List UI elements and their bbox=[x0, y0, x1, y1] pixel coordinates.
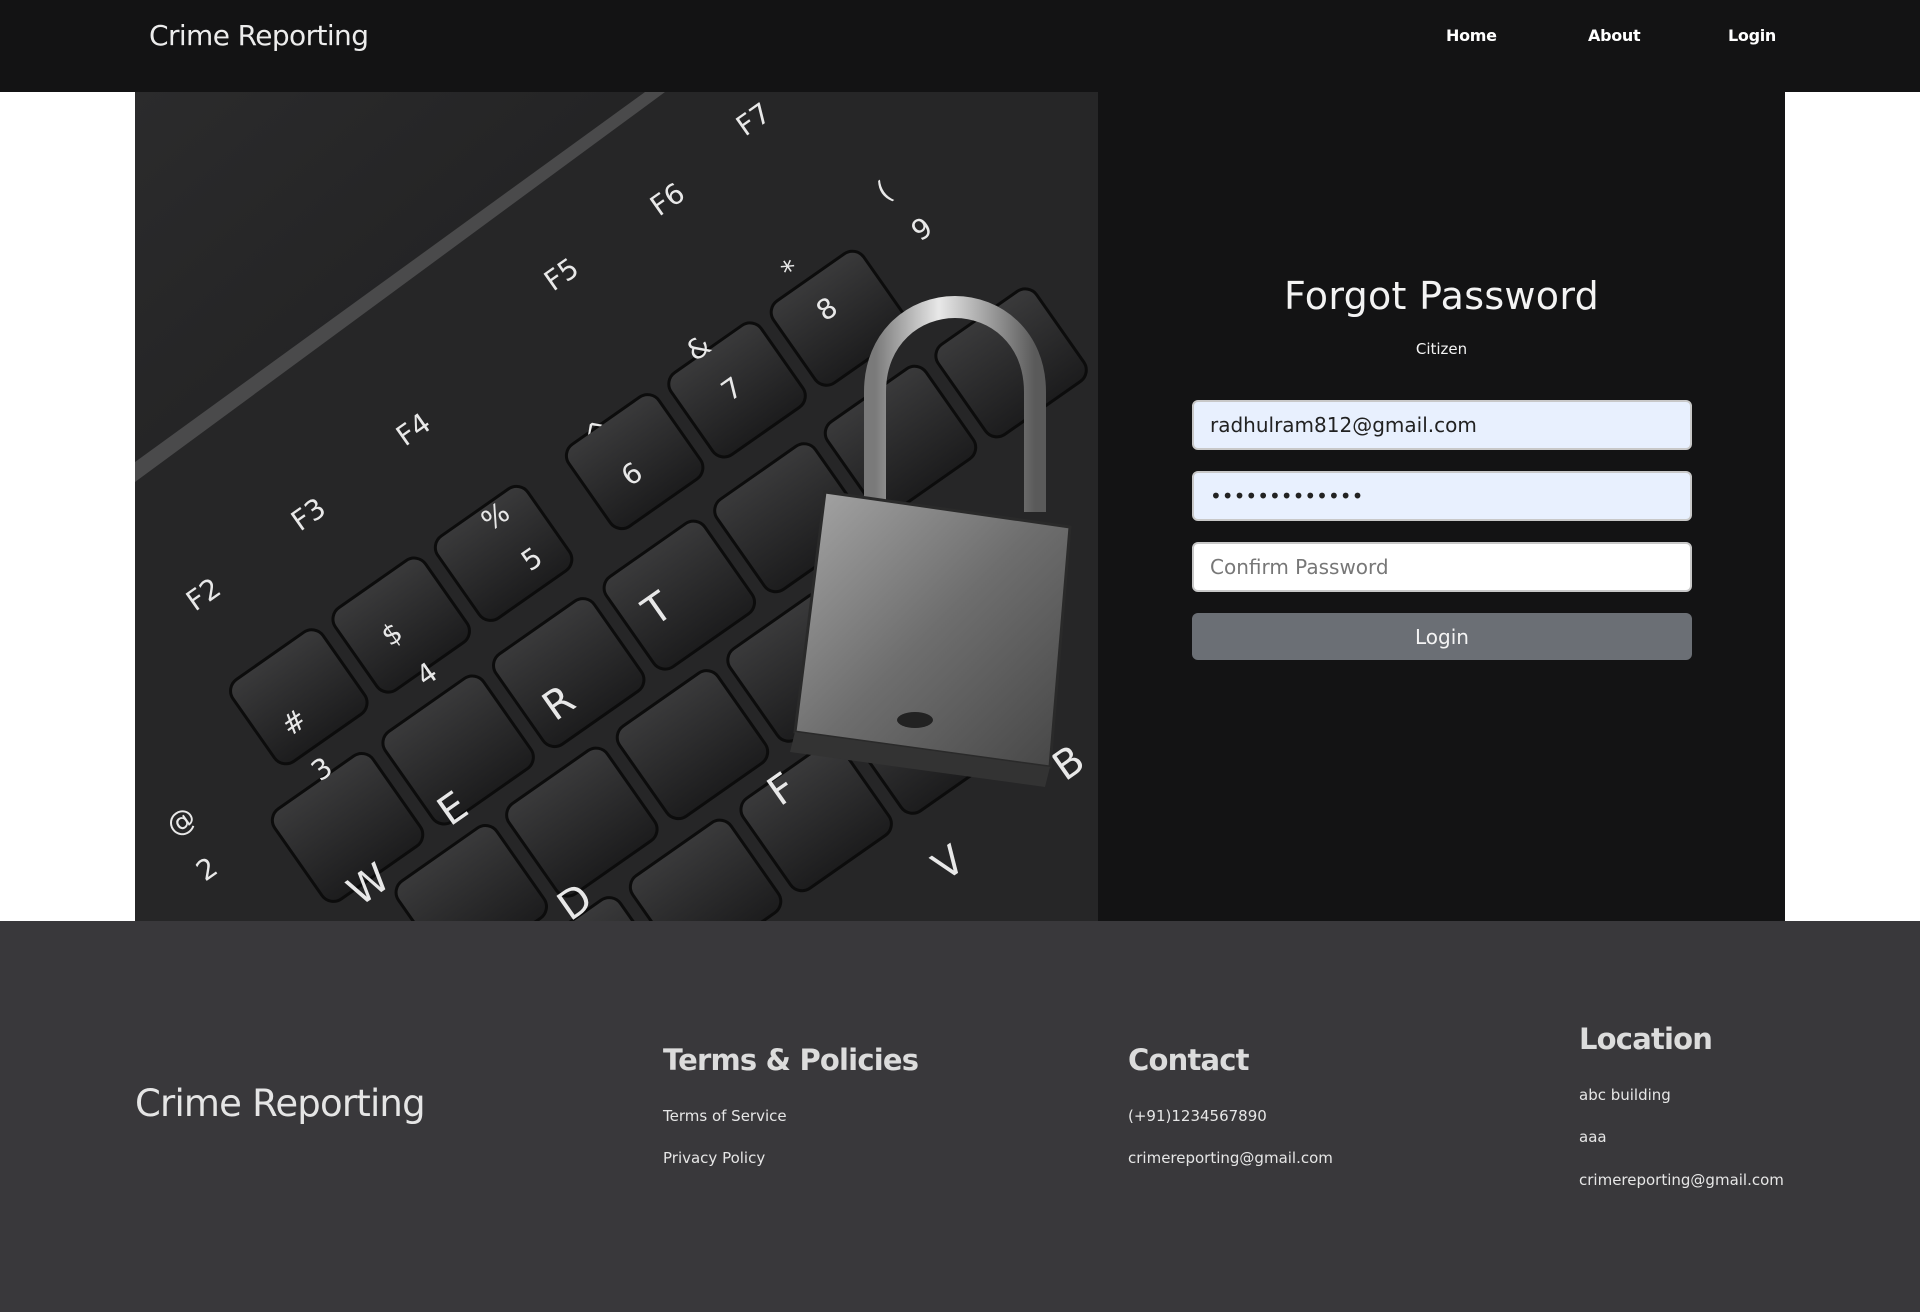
footer-contact-title: Contact bbox=[1128, 1043, 1250, 1077]
terms-of-service-link[interactable]: Terms of Service bbox=[663, 1107, 787, 1125]
form-subtitle: Citizen bbox=[1415, 340, 1468, 358]
nav-link-home[interactable]: Home bbox=[1446, 22, 1497, 50]
location-email: crimereporting@gmail.com bbox=[1579, 1171, 1784, 1189]
nav-link-login[interactable]: Login bbox=[1728, 22, 1776, 50]
footer: Crime Reporting Terms & Policies Terms o… bbox=[0, 921, 1920, 1312]
footer-location-title: Location bbox=[1579, 1022, 1713, 1056]
privacy-policy-link[interactable]: Privacy Policy bbox=[663, 1149, 765, 1167]
footer-terms-title: Terms & Policies bbox=[663, 1043, 919, 1077]
navbar-brand[interactable]: Crime Reporting bbox=[149, 16, 369, 56]
submit-button[interactable]: Login bbox=[1192, 613, 1692, 660]
form-title: Forgot Password bbox=[1283, 274, 1600, 318]
location-line-2: aaa bbox=[1579, 1128, 1607, 1146]
nav-link-about[interactable]: About bbox=[1588, 22, 1641, 50]
top-navbar: Crime Reporting Home About Login bbox=[0, 0, 1920, 92]
footer-brand: Crime Reporting bbox=[135, 1082, 426, 1125]
confirm-password-field[interactable] bbox=[1192, 542, 1692, 592]
contact-phone: (+91)1234567890 bbox=[1128, 1107, 1267, 1125]
location-line-1: abc building bbox=[1579, 1086, 1671, 1104]
contact-email: crimereporting@gmail.com bbox=[1128, 1149, 1333, 1167]
keyboard-padlock-image: F2 F3 F4 F5 F6 F7 @ 2 # 3 $ 4 % 5 ^ 6 & … bbox=[135, 92, 1098, 921]
password-field[interactable] bbox=[1192, 471, 1692, 521]
email-field[interactable] bbox=[1192, 400, 1692, 450]
forgot-password-panel: Forgot Password Citizen Login bbox=[1098, 92, 1785, 921]
